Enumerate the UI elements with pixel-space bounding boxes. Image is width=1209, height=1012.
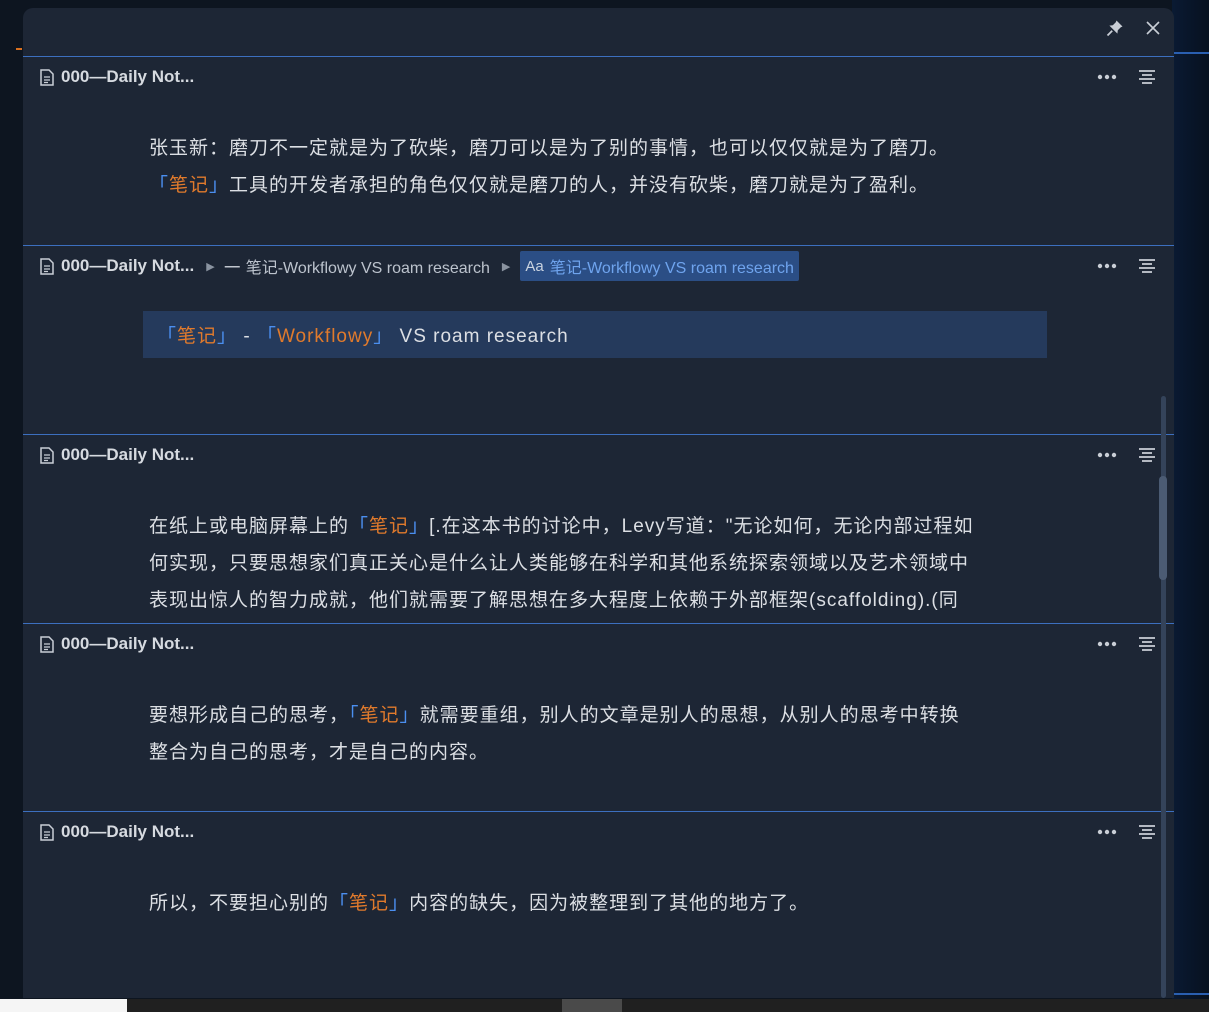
breadcrumb-active[interactable]: Aa 笔记-Workflowy VS roam research	[520, 251, 799, 281]
text-segment: 内容的缺失，因为被整理到了其他的地方了。	[409, 893, 810, 914]
reference-bracket: 「	[329, 893, 350, 914]
block-actions	[1096, 634, 1158, 654]
reference-bracket: 「	[157, 326, 178, 347]
block-content[interactable]: 所以，不要担心别的「笔记」内容的缺失，因为被整理到了其他的地方了。	[23, 852, 1174, 922]
content-line: 整合为自己的思考，才是自己的内容。	[149, 734, 1064, 771]
block-header: 000—Daily Not...	[23, 57, 1174, 97]
text-segment: 整合为自己的思考，才是自己的内容。	[149, 742, 490, 763]
content-line: 表现出惊人的智力成就，他们就需要了解思想在多大程度上依赖于外部框架(scaffo…	[149, 582, 1074, 619]
breadcrumb-item[interactable]: 笔记-Workflowy VS roam research	[246, 254, 490, 278]
page-link[interactable]: 000—Daily Not...	[61, 822, 194, 842]
background-accent-line	[1172, 993, 1209, 995]
text-segment: 工具的开发者承担的角色仅仅就是磨刀的人，并没有砍柴，磨刀就是为了盈利。	[229, 175, 930, 196]
block-list: 000—Daily Not... 张玉新：磨刀不一定就是为了砍柴，磨刀可以是为了…	[23, 57, 1174, 998]
text-segment: 在纸上或电脑屏幕上的	[149, 516, 350, 537]
reference-bracket: 「	[349, 516, 370, 537]
content-line: 何实现，只要思想家们真正关心是什么让人类能够在科学和其他系统探索领域以及艺术领域…	[149, 545, 1074, 582]
reference-bracket: 「	[256, 326, 277, 347]
block-actions	[1096, 445, 1158, 465]
text-segment: -	[237, 326, 257, 347]
panel-toolbar	[23, 8, 1174, 57]
reference-bracket: 」	[209, 175, 230, 196]
text-segment: 就需要重组，别人的文章是别人的思想，从别人的思考中转换	[419, 705, 960, 726]
more-horizontal-icon[interactable]	[1096, 445, 1118, 465]
page-reference-link[interactable]: 笔记	[360, 705, 400, 726]
background-tick	[16, 48, 22, 50]
page-link[interactable]: 000—Daily Not...	[61, 67, 194, 87]
more-horizontal-icon[interactable]	[1096, 634, 1118, 654]
align-center-icon[interactable]	[1136, 67, 1158, 87]
reference-bracket: 」	[389, 893, 410, 914]
block-header: 000—Daily Not...	[23, 812, 1174, 852]
more-horizontal-icon[interactable]	[1096, 822, 1118, 842]
block-header: 000—Daily Not...	[23, 435, 1174, 475]
text-segment: 所以，不要担心别的	[149, 893, 330, 914]
page-reference-link[interactable]: 笔记	[369, 516, 409, 537]
highlighted-block[interactable]: 「笔记」 - 「Workflowy」 VS roam research	[143, 311, 1047, 358]
text-segment: 张玉新：磨刀不一定就是为了砍柴，磨刀可以是为了别的事情，也可以仅仅就是为了磨刀。	[149, 138, 950, 159]
content-line: 在纸上或电脑屏幕上的「笔记」[.在这本书的讨论中，Levy写道："无论如何，无论…	[149, 508, 1074, 545]
reference-block: 000—Daily Not... ▶ — 笔记-Workflowy VS roa…	[23, 246, 1174, 435]
block-actions	[1096, 67, 1158, 87]
block-header: 000—Daily Not... ▶ — 笔记-Workflowy VS roa…	[23, 246, 1174, 286]
taskbar-item[interactable]	[562, 999, 622, 1012]
background-accent-line	[1172, 52, 1209, 54]
page-reference-link[interactable]: Workflowy	[277, 326, 373, 347]
background-edge	[1172, 0, 1209, 1012]
triangle-right-icon: ▶	[501, 260, 511, 273]
page-link[interactable]: 000—Daily Not...	[61, 256, 194, 276]
reference-block: 000—Daily Not... 要想形成自己的思考，「笔记」就需要重组，别人的…	[23, 624, 1174, 812]
reference-bracket: 」	[217, 326, 238, 347]
pin-icon[interactable]	[1104, 17, 1126, 39]
reference-block: 000—Daily Not... 张玉新：磨刀不一定就是为了砍柴，磨刀可以是为了…	[23, 57, 1174, 246]
document-icon	[40, 446, 56, 464]
bullet-icon: —	[224, 257, 240, 275]
close-icon[interactable]	[1142, 17, 1164, 39]
align-center-icon[interactable]	[1136, 256, 1158, 276]
page-reference-link[interactable]: 笔记	[169, 175, 209, 196]
reference-bracket: 「	[349, 705, 360, 726]
more-horizontal-icon[interactable]	[1096, 67, 1118, 87]
reference-bracket: 」	[399, 705, 420, 726]
text-segment: VS roam research	[393, 326, 569, 347]
content-line: 「笔记」 - 「Workflowy」 VS roam research	[157, 321, 569, 348]
block-content[interactable]: 在纸上或电脑屏幕上的「笔记」[.在这本书的讨论中，Levy写道："无论如何，无论…	[23, 475, 1174, 619]
content-line: 所以，不要担心别的「笔记」内容的缺失，因为被整理到了其他的地方了。	[149, 885, 1064, 922]
page-reference-link[interactable]: 笔记	[177, 326, 217, 347]
page-link[interactable]: 000—Daily Not...	[61, 634, 194, 654]
document-icon	[40, 823, 56, 841]
content-line: 要想形成自己的思考，「笔记」就需要重组，别人的文章是别人的思想，从别人的思考中转…	[149, 697, 1064, 734]
heading-type-icon: Aa	[525, 257, 544, 275]
text-segment: [.在这本书的讨论中，Levy写道："无论如何，无论内部过程如	[429, 516, 974, 537]
reference-block: 000—Daily Not... 在纸上或电脑屏幕上的「笔记」[.在这本书的讨论…	[23, 435, 1174, 624]
page-reference-link[interactable]: 笔记	[349, 893, 389, 914]
content-line: 张玉新：磨刀不一定就是为了砍柴，磨刀可以是为了别的事情，也可以仅仅就是为了磨刀。	[149, 130, 1064, 167]
reference-bracket: 「	[149, 175, 170, 196]
reference-bracket: 」	[409, 516, 430, 537]
align-center-icon[interactable]	[1136, 445, 1158, 465]
block-actions	[1096, 822, 1158, 842]
block-header: 000—Daily Not...	[23, 624, 1174, 664]
triangle-right-icon: ▶	[206, 260, 215, 273]
document-icon	[40, 68, 56, 86]
document-icon	[40, 635, 56, 653]
reference-block: 000—Daily Not... 所以，不要担心别的「笔记」内容的缺失，因为被整…	[23, 812, 1174, 998]
align-center-icon[interactable]	[1136, 634, 1158, 654]
document-icon	[40, 257, 56, 275]
reference-bracket: 」	[373, 326, 394, 347]
references-panel: 000—Daily Not... 张玉新：磨刀不一定就是为了砍柴，磨刀可以是为了…	[23, 8, 1174, 998]
text-segment: 要想形成自己的思考，	[149, 705, 350, 726]
content-line: 「笔记」工具的开发者承担的角色仅仅就是磨刀的人，并没有砍柴，磨刀就是为了盈利。	[149, 167, 1064, 204]
block-content[interactable]: 张玉新：磨刀不一定就是为了砍柴，磨刀可以是为了别的事情，也可以仅仅就是为了磨刀。…	[23, 97, 1174, 204]
block-actions	[1096, 256, 1158, 276]
block-content[interactable]: 要想形成自己的思考，「笔记」就需要重组，别人的文章是别人的思想，从别人的思考中转…	[23, 664, 1174, 771]
taskbar-item[interactable]	[0, 999, 127, 1012]
text-segment: 表现出惊人的智力成就，他们就需要了解思想在多大程度上依赖于外部框架(scaffo…	[149, 590, 959, 611]
text-segment: 何实现，只要思想家们真正关心是什么让人类能够在科学和其他系统探索领域以及艺术领域…	[149, 553, 970, 574]
page-link[interactable]: 000—Daily Not...	[61, 445, 194, 465]
breadcrumb-active-label: 笔记-Workflowy VS roam research	[549, 260, 794, 277]
scrollbar-thumb[interactable]	[1159, 476, 1167, 580]
align-center-icon[interactable]	[1136, 822, 1158, 842]
more-horizontal-icon[interactable]	[1096, 256, 1118, 276]
